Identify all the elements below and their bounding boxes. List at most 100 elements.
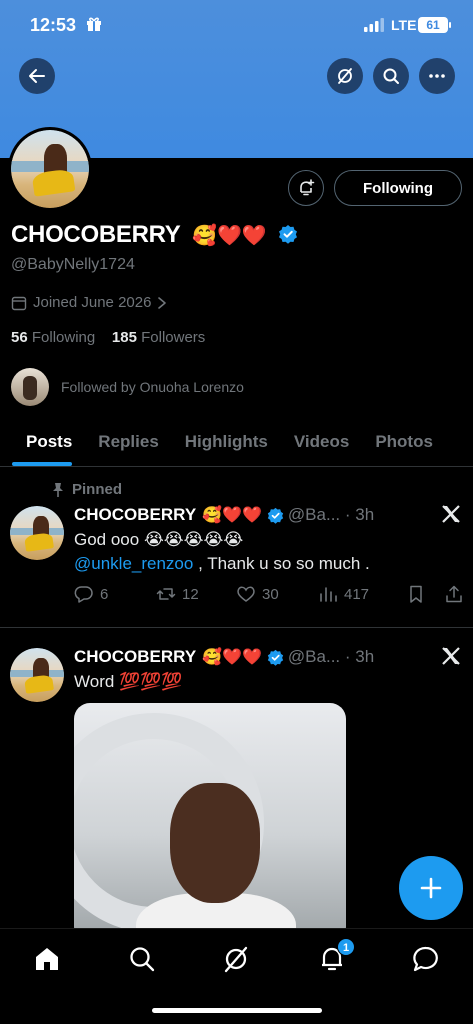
following-count-link[interactable]: 56 Following — [11, 329, 95, 346]
views-count: 417 — [344, 585, 370, 603]
chevron-right-icon — [158, 296, 167, 309]
more-button[interactable] — [419, 58, 455, 94]
reply-icon — [74, 586, 93, 603]
following-label: Following — [31, 329, 96, 346]
calendar-icon — [11, 296, 27, 310]
search-icon — [383, 68, 399, 84]
post-author-name[interactable]: CHOCOBERRY — [74, 647, 196, 667]
profile-photo — [11, 130, 89, 208]
tab-videos-label: Videos — [293, 432, 350, 451]
followed-by-row[interactable]: Followed by Onuoha Lorenzo — [11, 368, 244, 406]
x-logo-icon — [442, 505, 460, 523]
notify-button[interactable] — [288, 170, 324, 206]
back-button[interactable] — [19, 58, 55, 94]
post-author-name[interactable]: CHOCOBERRY — [74, 505, 196, 525]
more-icon — [429, 74, 445, 78]
post-video-thumbnail[interactable] — [74, 703, 346, 943]
pin-icon — [53, 482, 63, 497]
messages-icon[interactable] — [412, 945, 440, 973]
followers-count-link[interactable]: 185 Followers — [112, 329, 205, 346]
search-icon[interactable] — [128, 945, 156, 973]
profile-name: CHOCOBERRY — [11, 221, 181, 248]
battery-tip — [449, 22, 451, 28]
tab-posts-label: Posts — [26, 432, 73, 451]
post-avatar-photo — [10, 506, 64, 560]
profile-name-emoji: 🥰❤️❤️ — [192, 225, 267, 247]
battery-level: 61 — [418, 17, 448, 33]
notification-count-badge: 1 — [337, 938, 355, 956]
pinned-label: Pinned — [72, 481, 123, 498]
tab-photos[interactable]: Photos — [361, 416, 445, 466]
profile-handle: @BabyNelly1724 — [11, 256, 135, 273]
post-header: CHOCOBERRY 🥰❤️❤️ @Ba... · 3h — [74, 505, 374, 525]
tab-replies[interactable]: Replies — [84, 416, 170, 466]
post-author-emoji: 🥰❤️❤️ — [202, 649, 262, 666]
profile-name-row: CHOCOBERRY 🥰❤️❤️ — [11, 221, 298, 249]
back-arrow-icon — [29, 69, 45, 83]
verified-badge-icon — [267, 649, 284, 666]
share-icon — [446, 585, 462, 603]
grok-button[interactable] — [327, 58, 363, 94]
followed-by-text: Followed by Onuoha Lorenzo — [61, 379, 244, 395]
post-text: God ooo 😭😭😭😭😭 — [74, 530, 244, 549]
tab-highlights-label: Highlights — [184, 432, 268, 451]
post-meta: @Ba... · 3h — [287, 505, 375, 524]
following-count: 56 — [11, 329, 28, 346]
grok-icon[interactable] — [222, 945, 250, 973]
post-text-line2: @unkle_renzoo , Thank u so so much . — [74, 554, 370, 574]
followers-count: 185 — [111, 329, 137, 346]
post-text: Word 💯💯💯 — [74, 672, 183, 691]
joined-date-row[interactable]: Joined June 2026 — [11, 294, 167, 311]
post-avatar[interactable] — [10, 648, 64, 702]
plus-icon — [420, 877, 442, 899]
repost-button[interactable]: 12 — [156, 584, 236, 604]
tab-highlights[interactable]: Highlights — [171, 416, 280, 466]
tab-replies-label: Replies — [98, 432, 159, 451]
home-icon[interactable] — [33, 945, 61, 973]
post-text-rest: , Thank u so so much . — [193, 554, 370, 573]
profile-avatar[interactable] — [8, 127, 92, 211]
verified-badge-icon — [267, 507, 284, 524]
tab-videos[interactable]: Videos — [280, 416, 361, 466]
post-actions: 6 12 30 417 — [74, 584, 464, 604]
tab-posts[interactable]: Posts — [0, 416, 84, 466]
post-header: CHOCOBERRY 🥰❤️❤️ @Ba... · 3h — [74, 647, 374, 667]
joined-date: Joined June 2026 — [33, 294, 152, 311]
views-button[interactable]: 417 — [318, 584, 406, 604]
gift-icon — [87, 17, 101, 31]
reply-count: 6 — [100, 585, 109, 603]
search-button[interactable] — [373, 58, 409, 94]
post-meta: @Ba... · 3h — [287, 647, 375, 666]
signal-icon — [364, 18, 384, 32]
follower-avatar — [11, 368, 49, 406]
like-count: 30 — [262, 585, 279, 603]
follow-counts: 56 Following 185 Followers — [11, 329, 205, 346]
views-chart-icon — [320, 587, 337, 602]
post-author-emoji: 🥰❤️❤️ — [202, 507, 262, 524]
reply-button[interactable]: 6 — [74, 584, 156, 604]
bookmark-icon — [410, 585, 422, 603]
share-button[interactable] — [444, 584, 464, 604]
post-avatar-photo — [10, 648, 64, 702]
compose-button[interactable] — [399, 856, 463, 920]
following-button[interactable]: Following — [334, 170, 462, 206]
home-indicator — [152, 1008, 322, 1013]
like-button[interactable]: 30 — [236, 584, 318, 604]
pinned-indicator: Pinned — [52, 481, 122, 498]
verified-badge-icon — [278, 225, 297, 244]
repost-count: 12 — [182, 585, 199, 603]
post-mention[interactable]: @unkle_renzoo — [74, 554, 193, 573]
bookmark-button[interactable] — [406, 584, 444, 604]
repost-icon — [156, 588, 176, 600]
x-logo-icon — [442, 647, 460, 665]
status-time: 12:53 — [30, 15, 77, 35]
tab-photos-label: Photos — [375, 432, 433, 451]
profile-tabs: Posts Replies Highlights Videos Photos — [0, 416, 473, 467]
post-divider — [0, 627, 473, 628]
status-bar: 12:53 LTE 61 — [0, 0, 473, 52]
grok-icon — [338, 68, 352, 84]
heart-icon — [237, 586, 255, 602]
network-type: LTE — [391, 17, 417, 33]
post-avatar[interactable] — [10, 506, 64, 560]
followers-label: Followers — [141, 329, 206, 346]
